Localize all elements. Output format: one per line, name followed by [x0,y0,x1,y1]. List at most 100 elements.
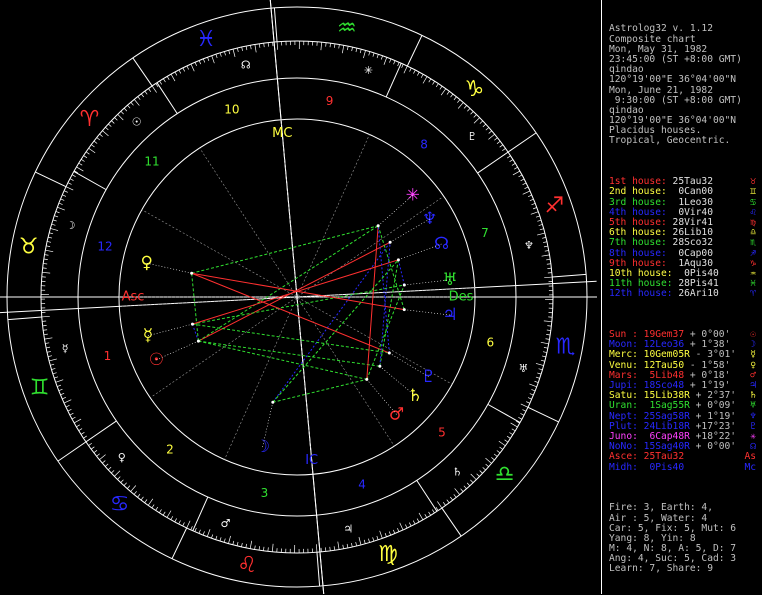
degree-tick [486,127,489,130]
degree-tick [102,131,108,136]
degree-tick [70,179,74,181]
degree-tick [525,187,529,189]
degree-tick [393,530,395,534]
degree-tick [499,441,506,446]
sign-icon-capricorn: ♑ [465,77,485,102]
degree-tick [488,134,494,139]
degree-tick [405,525,407,529]
sign-boundary [407,35,422,66]
planet-point [388,351,391,354]
degree-tick [523,191,530,194]
degree-tick [49,359,57,361]
degree-tick [228,536,230,544]
degree-tick [64,191,68,193]
degree-tick [536,377,540,378]
degree-tick [264,43,265,47]
degree-tick [203,59,204,63]
degree-tick [224,539,225,543]
degree-tick [272,544,273,552]
degree-tick [81,159,84,161]
degree-tick [537,233,545,235]
degree-tick [454,97,456,100]
ring-planet-icon: ♆ [524,239,534,252]
house-cusp-line [74,171,106,189]
degree-tick [528,398,532,400]
sign-icon-pisces: ♓ [196,27,216,52]
degree-tick [489,131,492,134]
degree-tick [211,535,212,539]
degree-tick [59,389,63,390]
degree-tick [458,102,463,108]
degree-tick [417,72,419,76]
sign-boundary [133,58,152,86]
ring-planet-icon: ☽ [66,219,76,232]
planet-leader [380,366,415,396]
degree-tick [470,480,473,483]
sign-boundary [58,442,86,461]
degree-tick [246,544,247,548]
degree-tick [377,54,378,58]
degree-tick [502,148,505,150]
degree-tick [486,464,489,467]
degree-tick [330,43,331,47]
degree-tick [70,413,74,415]
degree-tick [46,246,50,247]
degree-tick [117,477,120,480]
degree-tick [179,520,181,524]
house-number: 7 [481,226,489,240]
degree-tick [497,141,500,143]
degree-tick [474,115,477,118]
degree-tick [547,264,551,265]
sign-icon-aquarius: ♒ [337,16,357,41]
degree-tick [52,224,56,225]
house-number: 10 [224,102,239,116]
degree-tick [81,432,84,434]
degree-tick [536,216,540,217]
degree-tick [528,195,532,197]
planet-point [197,340,200,343]
sign-icon-sagittarius: ♐ [545,194,565,219]
degree-tick [546,339,550,340]
degree-tick [356,48,357,52]
sign-boundary [442,508,461,536]
ring-planet-icon: ♀ [118,451,126,464]
degree-tick [105,464,108,467]
degree-tick [241,543,242,547]
degree-tick [413,70,415,74]
degree-tick [187,66,189,70]
degree-tick [62,195,66,197]
degree-tick [363,50,365,58]
degree-tick [45,250,53,251]
degree-tick [545,250,549,251]
degree-tick [356,542,357,546]
house-cusp-line [193,497,208,531]
degree-tick [400,523,403,530]
degree-tick [413,521,415,525]
degree-tick [507,436,510,438]
degree-tick [377,536,378,540]
degree-tick [494,454,497,456]
degree-tick [259,546,260,550]
degree-tick [131,485,136,491]
degree-tick [183,68,185,72]
degree-tick [49,233,53,234]
degree-tick [343,545,344,549]
house-number: 4 [358,478,366,492]
degree-tick [316,544,317,552]
house-number: 9 [326,94,334,108]
degree-tick [450,497,452,500]
degree-tick [389,532,390,536]
degree-tick [523,183,527,185]
planet-point [271,401,274,404]
degree-tick [167,76,169,79]
degree-tick [544,246,548,247]
degree-tick [530,394,534,396]
degree-tick [440,86,442,89]
degree-tick [410,68,412,72]
degree-tick [339,45,340,49]
degree-tick [61,199,65,201]
degree-tick [233,49,235,57]
degree-tick [163,512,165,515]
degree-tick [43,263,47,264]
degree-tick [121,480,124,483]
